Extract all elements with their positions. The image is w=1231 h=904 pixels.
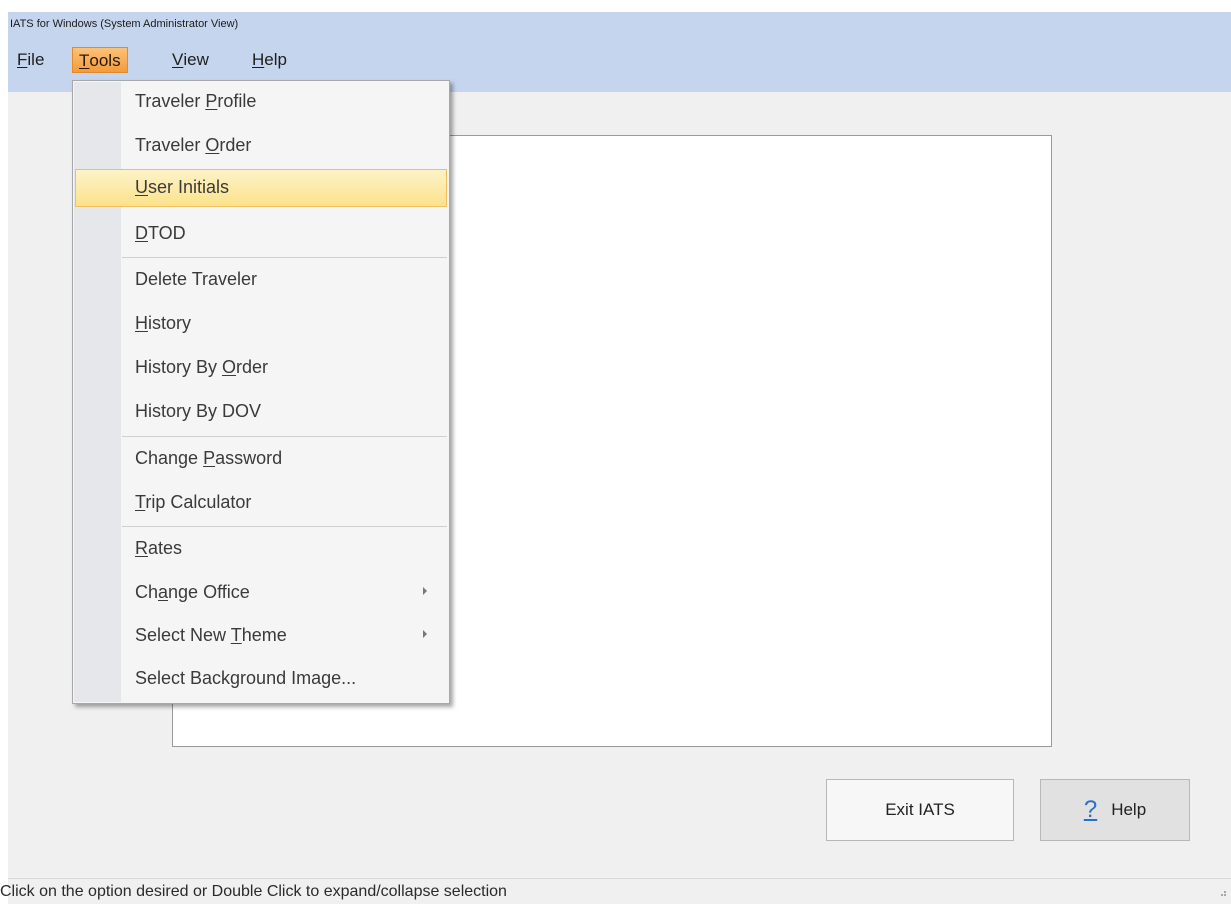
menu-item-delete-traveler[interactable]: Delete Traveler [75,261,447,299]
status-text: Click on the option desired or Double Cl… [0,883,507,900]
menu-item-history[interactable]: History [75,305,447,343]
menu-item-trip-calculator[interactable]: Trip Calculator [75,484,447,522]
exit-button-label: Exit IATS [885,800,955,819]
menu-item-history-by-dov[interactable]: History By DOV [75,393,447,431]
status-bar: Click on the option desired or Double Cl… [0,878,1231,904]
menu-view[interactable]: View [166,47,215,73]
window-title: IATS for Windows (System Administrator V… [10,18,239,30]
menu-tools[interactable]: Tools [72,47,128,73]
menu-item-user-initials[interactable]: User Initials [75,169,447,207]
menu-file[interactable]: File [11,47,50,73]
exit-iats-button[interactable]: Exit IATS [826,779,1014,841]
menu-item-dtod[interactable]: DTOD [75,215,447,253]
menu-item-select-background-image[interactable]: Select Background Image... [75,660,447,698]
tools-dropdown-menu: Traveler Profile Traveler Order User Ini… [72,80,450,704]
menu-item-change-office[interactable]: Change Office [75,574,447,612]
menu-item-traveler-profile[interactable]: Traveler Profile [75,83,447,121]
menu-separator [122,526,447,527]
menu-help[interactable]: Help [246,47,293,73]
menu-separator [122,257,447,258]
menu-item-traveler-order[interactable]: Traveler Order [75,127,447,165]
menu-item-history-by-order[interactable]: History By Order [75,349,447,387]
submenu-arrow-icon [423,587,427,595]
menu-item-change-password[interactable]: Change Password [75,440,447,478]
help-button-label: Help [1111,800,1147,819]
resize-grip-icon[interactable] [1219,887,1227,897]
menu-separator [122,436,447,437]
title-bar: IATS for Windows (System Administrator V… [8,12,1231,44]
submenu-arrow-icon [423,630,427,638]
help-icon: ? [1083,796,1098,823]
menu-item-select-new-theme[interactable]: Select New Theme [75,617,447,655]
help-button[interactable]: ? Help [1040,779,1190,841]
menu-item-rates[interactable]: Rates [75,530,447,568]
